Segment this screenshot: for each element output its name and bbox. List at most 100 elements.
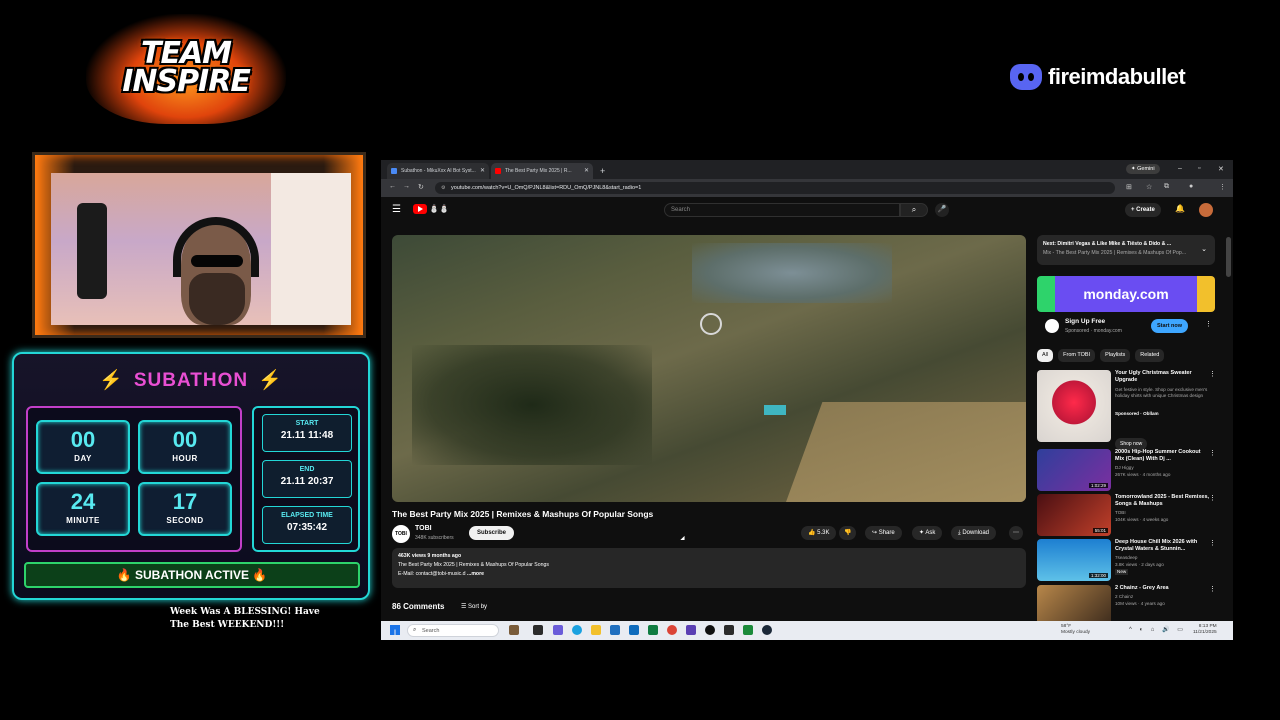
search-icon[interactable]: ⌕: [900, 203, 928, 217]
more-options-icon[interactable]: ⋮: [1205, 320, 1212, 328]
url-bar[interactable]: ⚙ youtube.com/watch?v=U_OmQ/PJNL8&list=R…: [435, 182, 1115, 194]
ask-button[interactable]: ✦ Ask: [912, 526, 943, 540]
forward-icon[interactable]: →: [403, 183, 410, 190]
edge-icon[interactable]: [572, 625, 582, 635]
start-now-button[interactable]: Start now: [1151, 319, 1189, 333]
download-button[interactable]: ⤓ Download: [951, 526, 997, 540]
subathon-info-box: START 21.11 11:48 END 21.11 20:37 ELAPSE…: [252, 406, 360, 552]
notifications-icon[interactable]: 🔔: [1175, 204, 1185, 213]
tab-youtube[interactable]: The Best Party Mix 2025 | R... ✕: [491, 163, 593, 179]
video-thumbnail[interactable]: 55:01: [1037, 494, 1111, 536]
chrome-icon[interactable]: [667, 625, 677, 635]
timer-second: 17 SECOND: [138, 482, 232, 536]
team-logo-text: TEAM INSPIRE: [122, 36, 251, 99]
discord-handle: fireimdabullet: [1010, 64, 1186, 90]
list-item[interactable]: 1:32:00 Deep House Chill Mix 2026 with C…: [1037, 539, 1227, 583]
avatar[interactable]: [1199, 203, 1213, 217]
like-button[interactable]: 👍 5.3K: [801, 526, 837, 540]
subscribe-button[interactable]: Subscribe: [469, 526, 515, 540]
copilot-icon[interactable]: [553, 625, 563, 635]
more-options-icon[interactable]: ⋮: [1209, 494, 1216, 502]
webcam-feed: [51, 173, 351, 325]
youtube-logo-icon[interactable]: [413, 204, 427, 214]
chip-all[interactable]: All: [1037, 349, 1054, 362]
chip-from-tobi[interactable]: From TOBI: [1058, 349, 1096, 362]
taskbar-search-input[interactable]: ⌕ Search: [407, 624, 499, 637]
hamburger-menu-icon[interactable]: ☰: [392, 204, 401, 215]
app-icon[interactable]: [724, 625, 734, 635]
list-item[interactable]: 1:02:29 2000s Hip-Hop Summer Cookout Mix…: [1037, 449, 1227, 493]
ad-title[interactable]: Sign Up Free: [1065, 318, 1105, 325]
list-item[interactable]: Your Ugly Christmas Sweater Upgrade Get …: [1037, 370, 1227, 450]
tab-subathon[interactable]: Subathon - MikuXxx AI Bot Syst... ✕: [387, 163, 489, 179]
more-options-icon[interactable]: ⋮: [1209, 370, 1216, 378]
video-thumbnail[interactable]: [1037, 370, 1111, 442]
thumbs-down-icon: 👎: [844, 530, 852, 536]
sort-by-button[interactable]: ☰ Sort by: [461, 603, 487, 610]
back-icon[interactable]: ←: [389, 183, 396, 190]
maximize-icon[interactable]: ▫: [1198, 165, 1200, 172]
channel-avatar[interactable]: TOBI: [392, 525, 410, 543]
weather-widget[interactable]: 58°F Mostly cloudy: [1061, 624, 1090, 636]
discord-icon: [1010, 64, 1042, 90]
dislike-button[interactable]: 👎: [839, 526, 857, 540]
system-tray[interactable]: ^ ◐ ⌂ 🔊 ▭: [1129, 626, 1186, 633]
up-next-card[interactable]: Next: Dimitri Vegas & Like Mike & Tiësto…: [1037, 235, 1215, 265]
discord-name: fireimdabullet: [1048, 64, 1186, 89]
more-options-icon[interactable]: ⋮: [1209, 449, 1216, 457]
more-actions-button[interactable]: ⋯: [1009, 526, 1023, 540]
profile-icon[interactable]: ●: [1189, 183, 1193, 190]
steam-icon[interactable]: [762, 625, 772, 635]
obs-icon[interactable]: [705, 625, 715, 635]
more-link[interactable]: ...more: [467, 571, 484, 577]
channel-name[interactable]: TOBI: [415, 525, 432, 532]
ad-banner[interactable]: monday.com: [1037, 276, 1215, 312]
chip-related[interactable]: Related: [1135, 349, 1165, 362]
task-view-icon[interactable]: [533, 625, 543, 635]
video-thumbnail[interactable]: 1:02:29: [1037, 449, 1111, 491]
share-button[interactable]: ↪ Share: [865, 526, 902, 540]
store-icon[interactable]: [610, 625, 620, 635]
list-item[interactable]: 55:01 Tomorrowland 2025 - Best Remixes, …: [1037, 494, 1227, 538]
chip-playlists[interactable]: Playlists: [1100, 349, 1131, 362]
reload-icon[interactable]: ↻: [418, 183, 424, 191]
ferris-wheel: [700, 313, 722, 335]
youtube-brand-doodle[interactable]: ⛄⛄: [429, 204, 449, 213]
gemini-button[interactable]: ✦ Gemini: [1126, 164, 1160, 174]
taskbar-clock[interactable]: 8:13 PM 11/21/2025: [1193, 624, 1217, 636]
timer-minute: 24 MINUTE: [36, 482, 130, 536]
install-icon[interactable]: ⊞: [1126, 183, 1132, 191]
app-icon[interactable]: [686, 625, 696, 635]
next-title: Next: Dimitri Vegas & Like Mike & Tiësto…: [1043, 241, 1172, 247]
extensions-icon[interactable]: ⧉: [1164, 183, 1169, 191]
new-tab-button[interactable]: +: [595, 166, 605, 179]
create-button[interactable]: + Create: [1125, 203, 1161, 217]
voice-search-icon[interactable]: 🎤: [935, 203, 949, 217]
xbox-icon[interactable]: [648, 625, 658, 635]
file-explorer-icon[interactable]: [591, 625, 601, 635]
video-title: The Best Party Mix 2025 | Remixes & Mash…: [392, 509, 654, 519]
video-player[interactable]: [392, 235, 1026, 502]
minimize-icon[interactable]: –: [1178, 165, 1182, 172]
scrollbar[interactable]: [1226, 237, 1231, 277]
webcam-frame: [32, 152, 366, 338]
close-window-icon[interactable]: ✕: [1218, 165, 1224, 173]
app-icon[interactable]: [743, 625, 753, 635]
screen-share: Subathon - MikuXxx AI Bot Syst... ✕ The …: [381, 160, 1233, 640]
advertiser-logo: [1045, 319, 1059, 333]
video-description[interactable]: 463K views 9 months ago The Best Party M…: [392, 548, 1026, 588]
bookmark-icon[interactable]: ☆: [1146, 183, 1152, 191]
more-options-icon[interactable]: ⋮: [1209, 539, 1216, 547]
video-thumbnail[interactable]: 1:32:00: [1037, 539, 1111, 581]
windows-start-icon[interactable]: [390, 625, 400, 635]
site-info-icon[interactable]: ⚙: [441, 185, 445, 191]
app-icon[interactable]: [509, 625, 519, 635]
chevron-down-icon[interactable]: ⌄: [1201, 245, 1207, 254]
more-options-icon[interactable]: ⋮: [1209, 585, 1216, 593]
search-input[interactable]: Search: [664, 203, 900, 217]
menu-icon[interactable]: ⋮: [1219, 183, 1226, 191]
subathon-title: ⚡ SUBATHON ⚡: [99, 370, 283, 391]
close-tab-icon[interactable]: ✕: [584, 167, 589, 174]
close-tab-icon[interactable]: ✕: [480, 167, 485, 174]
outlook-icon[interactable]: [629, 625, 639, 635]
